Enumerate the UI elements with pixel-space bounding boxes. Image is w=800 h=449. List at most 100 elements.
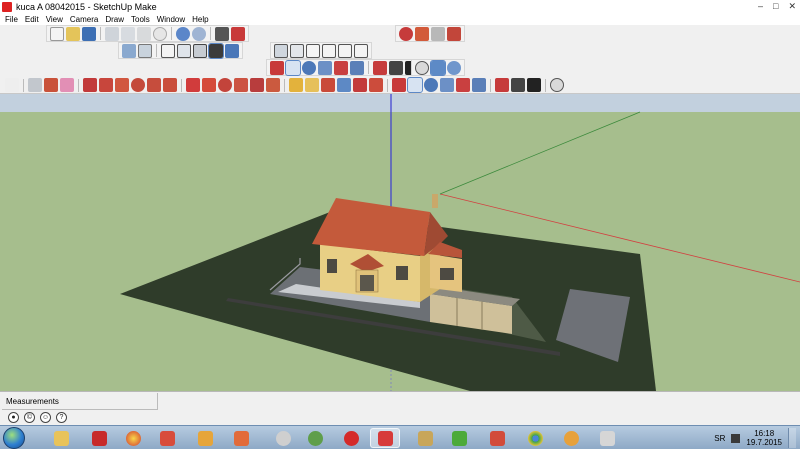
back-view-icon[interactable] <box>338 43 352 58</box>
menu-window[interactable]: Window <box>157 15 185 24</box>
front-view-icon[interactable] <box>306 43 320 58</box>
credits-icon[interactable]: © <box>24 412 35 423</box>
maximize-icon[interactable]: □ <box>773 1 778 12</box>
position-camera-icon[interactable] <box>373 60 387 75</box>
open-icon[interactable] <box>66 26 80 41</box>
menu-view[interactable]: View <box>46 15 63 24</box>
scale-icon[interactable] <box>250 78 264 92</box>
axes-icon[interactable] <box>353 78 367 92</box>
zoom-extents-icon[interactable] <box>334 60 348 75</box>
previous-icon[interactable] <box>472 78 486 92</box>
xray-icon[interactable] <box>122 43 136 58</box>
line-icon[interactable] <box>83 78 97 92</box>
select-icon[interactable] <box>5 78 19 92</box>
push-pull-icon[interactable] <box>202 78 216 92</box>
copy-icon[interactable] <box>121 26 135 41</box>
redo-icon[interactable] <box>192 26 206 41</box>
zoom-extents-icon[interactable] <box>456 78 470 92</box>
language-indicator[interactable]: SR <box>714 434 725 443</box>
shaded-texture-icon[interactable] <box>193 43 207 58</box>
3d-text-icon[interactable] <box>369 78 383 92</box>
position-camera-icon[interactable] <box>495 78 509 92</box>
erase-icon[interactable] <box>153 26 167 41</box>
circle-icon[interactable] <box>131 78 145 92</box>
follow-me-icon[interactable] <box>234 78 248 92</box>
cut-icon[interactable] <box>105 26 119 41</box>
extension-warehouse-icon[interactable] <box>447 26 461 41</box>
taskbar-chrome[interactable] <box>520 428 550 448</box>
share-component-icon[interactable] <box>431 26 445 41</box>
rotate-icon[interactable] <box>218 78 232 92</box>
model-viewport[interactable] <box>0 94 800 391</box>
menu-camera[interactable]: Camera <box>70 15 98 24</box>
orbit-icon[interactable] <box>270 60 284 75</box>
menu-file[interactable]: File <box>5 15 18 24</box>
show-desktop-button[interactable] <box>788 428 796 448</box>
menu-draw[interactable]: Draw <box>105 15 124 24</box>
move-icon[interactable] <box>186 78 200 92</box>
wireframe-icon[interactable] <box>138 43 152 58</box>
sign-in-icon[interactable]: ☺ <box>40 412 51 423</box>
paste-icon[interactable] <box>137 26 151 41</box>
offset-icon[interactable] <box>266 78 280 92</box>
taskbar-app[interactable] <box>268 428 298 448</box>
shaded-icon[interactable] <box>177 43 191 58</box>
zoom-icon[interactable] <box>302 60 316 75</box>
display-section-cuts-icon[interactable] <box>447 60 461 75</box>
minimize-icon[interactable]: – <box>758 1 763 12</box>
right-view-icon[interactable] <box>322 43 336 58</box>
section-plane-icon[interactable] <box>415 60 429 75</box>
top-view-icon[interactable] <box>290 43 304 58</box>
dimension-icon[interactable] <box>305 78 319 92</box>
arc-icon[interactable] <box>163 78 177 92</box>
walk-icon[interactable] <box>527 78 541 92</box>
geo-location-icon[interactable]: ● <box>8 412 19 423</box>
rectangle-icon[interactable] <box>115 78 129 92</box>
taskbar-app[interactable] <box>556 428 586 448</box>
save-icon[interactable] <box>82 26 96 41</box>
previous-view-icon[interactable] <box>350 60 364 75</box>
tape-measure-icon[interactable] <box>289 78 303 92</box>
paint-bucket-icon[interactable] <box>44 78 58 92</box>
text-icon[interactable] <box>337 78 351 92</box>
close-icon[interactable]: ✕ <box>788 1 796 12</box>
taskbar-app[interactable] <box>190 428 220 448</box>
taskbar-opera[interactable] <box>336 428 366 448</box>
sketchup-app-icon[interactable] <box>2 1 12 12</box>
new-icon[interactable] <box>50 26 64 41</box>
taskbar-adobe-reader[interactable] <box>84 428 114 448</box>
freehand-icon[interactable] <box>99 78 113 92</box>
print-icon[interactable] <box>215 26 229 41</box>
taskbar-app[interactable] <box>482 428 512 448</box>
make-component-icon[interactable] <box>28 78 42 92</box>
start-button-icon[interactable] <box>3 427 25 449</box>
model-info-icon[interactable] <box>231 26 245 41</box>
menu-tools[interactable]: Tools <box>131 15 150 24</box>
share-model-icon[interactable] <box>415 26 429 41</box>
taskbar-app[interactable] <box>410 428 440 448</box>
display-mode-icon[interactable] <box>225 43 239 58</box>
taskbar-sketchup[interactable] <box>370 428 400 448</box>
eraser-icon[interactable] <box>60 78 74 92</box>
left-view-icon[interactable] <box>354 43 368 58</box>
volume-icon[interactable] <box>731 433 741 443</box>
menu-edit[interactable]: Edit <box>25 15 39 24</box>
taskbar-app[interactable] <box>118 428 148 448</box>
taskbar-app[interactable] <box>152 428 182 448</box>
iso-view-icon[interactable] <box>274 43 288 58</box>
undo-icon[interactable] <box>176 26 190 41</box>
section-plane-icon[interactable] <box>550 78 564 92</box>
zoom-window-icon[interactable] <box>440 78 454 92</box>
taskbar-utorrent[interactable] <box>444 428 474 448</box>
taskbar-app[interactable] <box>226 428 256 448</box>
help-icon[interactable]: ? <box>56 412 67 423</box>
taskbar-app[interactable] <box>592 428 622 448</box>
menu-help[interactable]: Help <box>192 15 208 24</box>
clock[interactable]: 16:18 19.7.2015 <box>746 429 782 447</box>
orbit-icon[interactable] <box>392 78 406 92</box>
display-section-planes-icon[interactable] <box>430 59 446 76</box>
monochrome-icon[interactable] <box>208 42 224 59</box>
protractor-icon[interactable] <box>321 78 335 92</box>
3d-warehouse-icon[interactable] <box>399 26 413 41</box>
taskbar-app[interactable] <box>300 428 330 448</box>
